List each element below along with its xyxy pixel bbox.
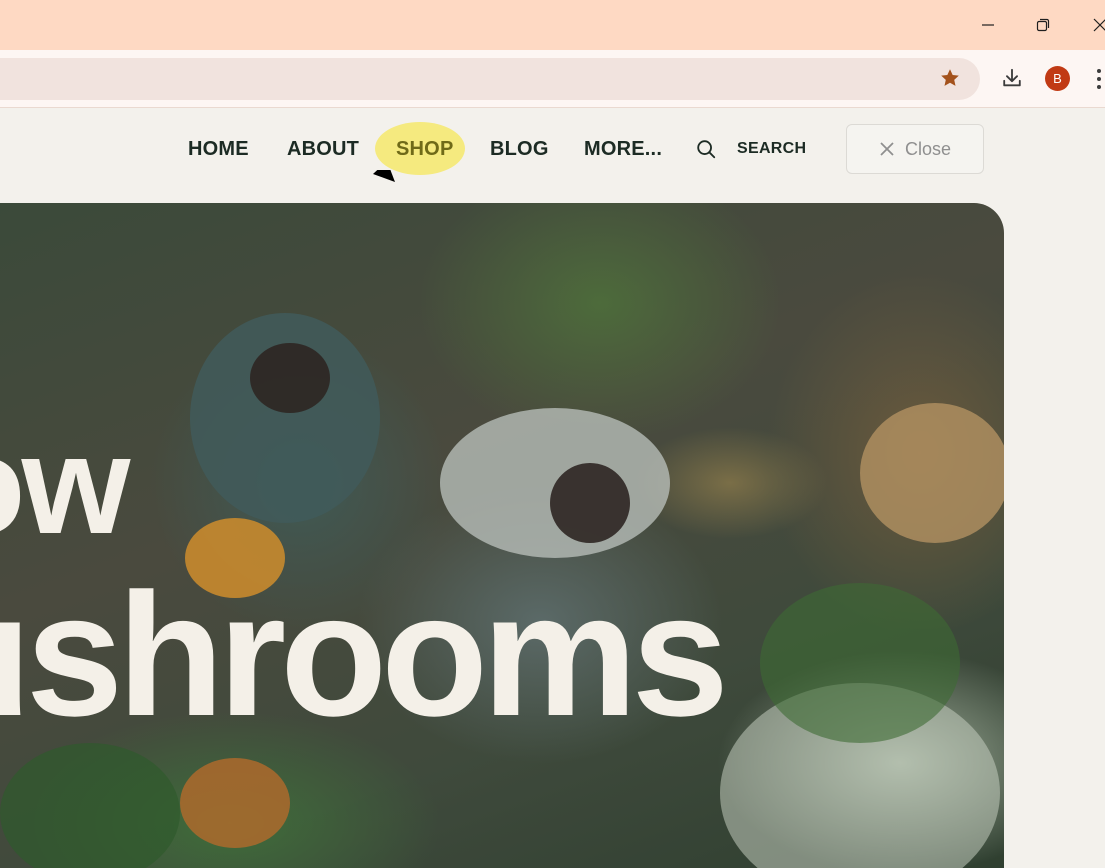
address-bar[interactable] bbox=[0, 58, 980, 100]
nav-blog[interactable]: BLOG bbox=[490, 136, 549, 162]
nav-home[interactable]: HOME bbox=[188, 136, 249, 162]
nav-about[interactable]: ABOUT bbox=[287, 136, 359, 162]
restore-icon bbox=[1036, 18, 1050, 32]
browser-menu-button[interactable] bbox=[1092, 66, 1105, 92]
star-icon bbox=[941, 69, 959, 86]
hero-title-line-2: ushrooms bbox=[0, 558, 729, 753]
minimize-icon bbox=[982, 24, 994, 26]
person-head bbox=[550, 463, 630, 543]
bookmark-button[interactable] bbox=[934, 62, 966, 94]
search-icon[interactable] bbox=[695, 138, 717, 160]
kebab-menu-icon bbox=[1097, 69, 1101, 73]
close-window-button[interactable] bbox=[1072, 0, 1105, 50]
minimize-button[interactable] bbox=[960, 0, 1016, 50]
profile-avatar[interactable]: B bbox=[1045, 66, 1070, 91]
browser-toolbar: B bbox=[0, 50, 1105, 108]
hero-title-line-1: ow bbox=[0, 406, 130, 563]
person-head bbox=[250, 343, 330, 413]
download-icon bbox=[1003, 68, 1021, 87]
flower-pot bbox=[180, 758, 290, 848]
plants bbox=[0, 743, 180, 868]
plants bbox=[760, 583, 960, 743]
close-icon bbox=[1093, 18, 1105, 32]
restore-button[interactable] bbox=[1015, 0, 1071, 50]
downloads-button[interactable] bbox=[996, 62, 1028, 94]
nav-shop[interactable]: SHOP bbox=[396, 136, 453, 162]
search-link[interactable]: SEARCH bbox=[737, 138, 806, 160]
browser-title-bar bbox=[0, 0, 1105, 50]
close-icon bbox=[880, 142, 894, 156]
hero-image: ow ushrooms bbox=[0, 203, 1004, 868]
cardboard-box bbox=[860, 403, 1004, 543]
nav-more[interactable]: MORE... bbox=[584, 136, 662, 162]
website-page: HOME ABOUT SHOP BLOG MORE... SEARCH Clos… bbox=[0, 108, 1105, 868]
close-label: Close bbox=[904, 138, 952, 159]
close-button[interactable]: Close bbox=[846, 124, 984, 174]
